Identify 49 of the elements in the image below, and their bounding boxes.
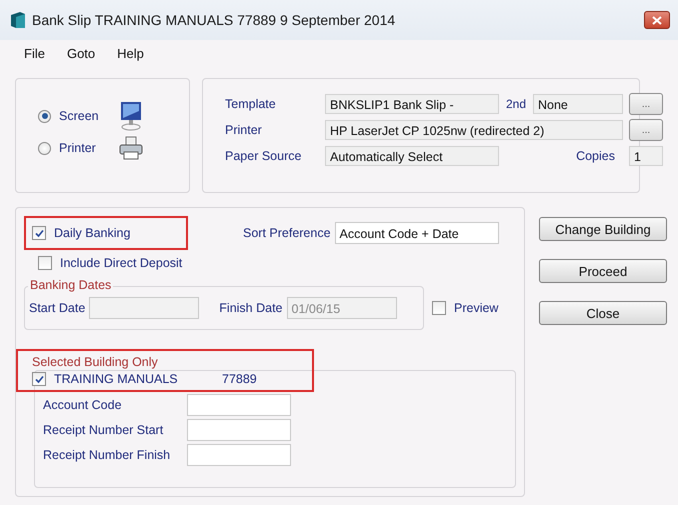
preview-checkbox[interactable]: Preview <box>432 301 498 315</box>
paper-source-field: Automatically Select <box>325 146 499 166</box>
field-label: Template <box>225 97 277 111</box>
group-title: Selected Building Only <box>31 355 159 369</box>
window-title: Bank Slip TRAINING MANUALS 77889 9 September 2014 <box>32 12 396 28</box>
checkbox[interactable] <box>32 372 46 386</box>
input-field[interactable] <box>187 394 291 416</box>
direct-deposit-checkbox[interactable]: Include Direct Deposit <box>38 256 182 270</box>
output-radio[interactable]: Screen <box>38 109 118 123</box>
check-icon <box>34 374 44 384</box>
close-button[interactable] <box>644 11 670 29</box>
field-label: 2nd <box>504 97 528 111</box>
field-label: Printer <box>225 123 263 137</box>
building-checkbox[interactable]: TRAINING MANUALS <box>32 372 222 386</box>
field-label: Paper Source <box>225 149 302 163</box>
field-label: Finish Date <box>219 301 283 315</box>
copies-field: 1 <box>629 146 663 166</box>
app-icon <box>10 11 26 29</box>
field-label: Copies <box>575 149 616 163</box>
building-code: 77889 <box>222 372 257 386</box>
check-icon <box>34 228 44 238</box>
dialog-button[interactable]: Proceed <box>539 259 667 283</box>
field-label: Sort Preference <box>243 226 331 240</box>
menu-item[interactable]: Help <box>117 46 144 68</box>
sort-preference-field[interactable]: Account Code + Date <box>334 222 499 244</box>
second-template-field: None <box>533 94 623 114</box>
menu-item[interactable]: Goto <box>66 46 96 68</box>
field-label: Receipt Number Start <box>43 423 164 437</box>
group-title: Banking Dates <box>28 278 114 292</box>
menu-item[interactable]: File <box>24 46 45 68</box>
checkbox[interactable] <box>432 301 446 315</box>
checkbox[interactable] <box>38 256 52 270</box>
output-radio[interactable]: Printer <box>38 141 118 155</box>
template-field: BNKSLIP1 Bank Slip - <box>325 94 499 114</box>
daily-banking-checkbox[interactable]: Daily Banking <box>32 226 130 240</box>
input-field[interactable] <box>187 419 291 441</box>
dialog-button[interactable]: Change Building <box>539 217 667 241</box>
dialog-button[interactable]: Close <box>539 301 667 325</box>
input-field[interactable] <box>187 444 291 466</box>
printer-field: HP LaserJet CP 1025nw (redirected 2) <box>325 120 623 140</box>
close-icon <box>652 16 662 24</box>
browse-button[interactable]: ... <box>629 93 663 115</box>
field-label: Start Date <box>29 301 86 315</box>
printer-icon <box>118 135 144 161</box>
field-label: Account Code <box>43 398 123 412</box>
browse-button[interactable]: ... <box>629 119 663 141</box>
monitor-icon <box>118 101 144 131</box>
checkbox[interactable] <box>32 226 46 240</box>
field-label: Receipt Number Finish <box>43 448 172 462</box>
